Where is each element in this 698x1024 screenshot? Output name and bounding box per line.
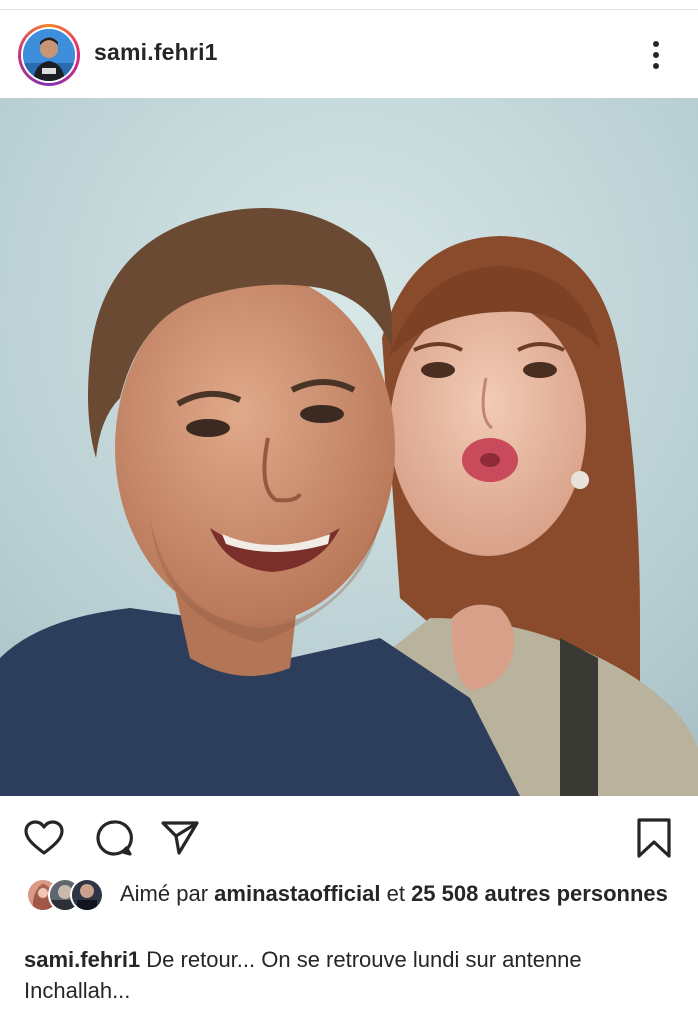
liker-avatars[interactable] (26, 878, 112, 912)
more-options-button[interactable] (640, 34, 672, 76)
post-caption: sami.fehri1 De retour... On se retrouve … (24, 944, 674, 1006)
more-vertical-icon (653, 41, 659, 69)
likes-summary: Aimé par aminastaofficial et 25 508 autr… (0, 876, 698, 940)
avatar[interactable] (23, 29, 75, 81)
instagram-post-screen: sami.fehri1 Aimé par aminastaofficial et… (0, 0, 698, 1024)
liker-avatar-image (72, 880, 102, 910)
caption-username[interactable]: sami.fehri1 (24, 947, 140, 972)
comment-icon (96, 820, 133, 856)
post-username[interactable]: sami.fehri1 (94, 39, 218, 66)
share-button[interactable] (158, 816, 202, 860)
like-button[interactable] (22, 816, 66, 860)
post-header: sami.fehri1 (0, 10, 698, 98)
comment-button[interactable] (92, 816, 136, 860)
likes-count[interactable]: 25 508 autres personnes (411, 881, 668, 906)
liker-username[interactable]: aminastaofficial (214, 881, 380, 906)
liker-avatar (70, 878, 104, 912)
likes-text: Aimé par aminastaofficial et 25 508 autr… (120, 878, 680, 909)
selfie-image (0, 98, 698, 796)
post-actions (0, 806, 698, 870)
post-photo[interactable] (0, 98, 698, 796)
heart-icon (24, 820, 64, 855)
avatar-image (23, 29, 75, 81)
avatar-border (21, 27, 77, 83)
story-ring[interactable] (18, 24, 80, 86)
likes-prefix: Aimé par (120, 881, 209, 906)
save-button[interactable] (632, 816, 676, 860)
send-icon (161, 821, 199, 855)
bookmark-icon (637, 818, 671, 858)
likes-connector: et (386, 881, 405, 906)
